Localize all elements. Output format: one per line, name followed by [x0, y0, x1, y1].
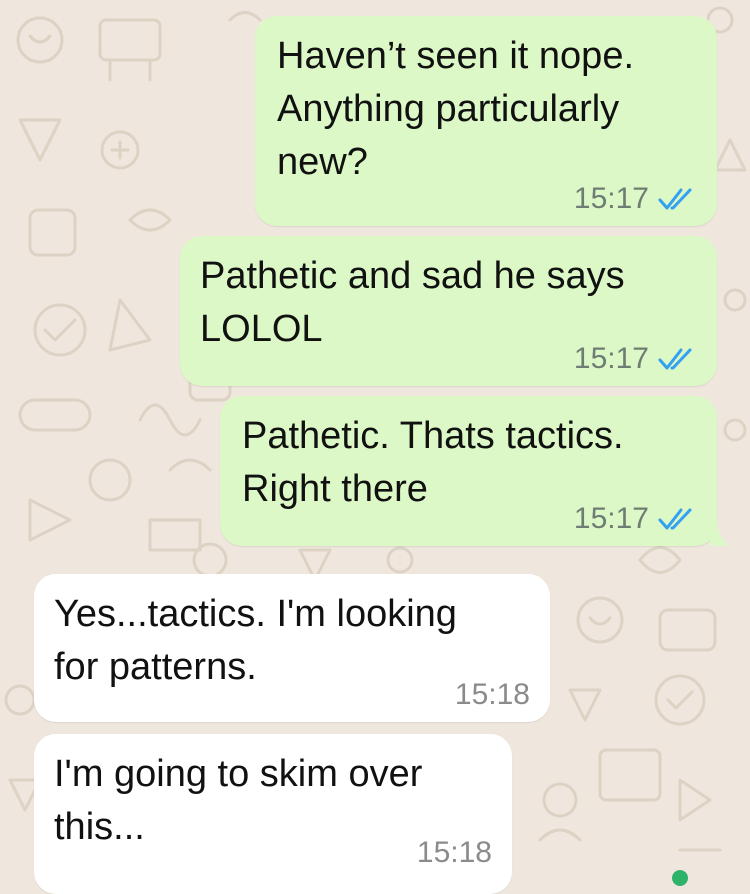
message-bubble-incoming[interactable]: I'm going to skim over this... 15:18	[34, 734, 512, 894]
bubble-tail	[710, 524, 730, 546]
message-timestamp: 15:17	[573, 502, 649, 535]
double-check-icon	[658, 508, 692, 530]
message-bubble-outgoing[interactable]: Haven’t seen it nope. Anything particula…	[255, 16, 717, 226]
message-meta: 15:18	[455, 678, 530, 712]
message-timestamp: 15:17	[573, 182, 649, 215]
message-meta: 15:18	[417, 836, 492, 870]
message-bubble-outgoing[interactable]: Pathetic and sad he says LOLOL 15:17	[180, 236, 717, 386]
message-text: Pathetic. Thats tactics. Right there	[242, 415, 624, 510]
message-bubble-outgoing[interactable]: Pathetic. Thats tactics. Right there 15:…	[220, 396, 717, 546]
message-timestamp: 15:17	[573, 342, 649, 375]
message-meta: 15:17	[574, 342, 697, 376]
message-meta: 15:17	[574, 502, 697, 536]
double-check-icon	[658, 348, 692, 370]
scroll-to-bottom-indicator[interactable]	[672, 870, 688, 886]
message-bubble-incoming[interactable]: Yes...tactics. I'm looking for patterns.…	[34, 574, 550, 722]
message-text: Pathetic and sad he says LOLOL	[200, 255, 625, 350]
message-text: Haven’t seen it nope. Anything particula…	[277, 35, 635, 183]
message-meta: 15:17	[574, 182, 697, 216]
double-check-icon	[658, 188, 692, 210]
message-timestamp: 15:18	[454, 678, 530, 711]
message-timestamp: 15:18	[416, 836, 492, 869]
